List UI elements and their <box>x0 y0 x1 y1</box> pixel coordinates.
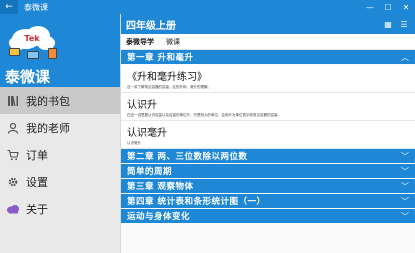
logo-badge: Tek <box>24 34 40 43</box>
cloud-devices-icon: Tek <box>9 26 57 59</box>
chapter-title: 第一章 升和毫升 <box>127 53 194 63</box>
sidebar-item-label: 订单 <box>26 148 48 162</box>
sidebar: Tek 泰微课 我的书包 我的老师 订单 设置 关于 <box>0 14 121 253</box>
sidebar-item-label: 关于 <box>26 202 48 216</box>
gear-icon <box>5 174 21 190</box>
chapter-title: 运动与身体变化 <box>127 212 191 222</box>
chevron-down-icon[interactable]: ﹀ <box>401 211 409 222</box>
lesson-item[interactable]: 认识毫升 认识毫升 <box>121 121 415 149</box>
list-view-icon[interactable]: ☰ <box>399 20 409 29</box>
lesson-description: 在这一讲里要认识容量以及容量的单位升，升是较大的单位，会用升为单位表示较常见容器… <box>127 113 281 117</box>
lesson-item[interactable]: 《升和毫升练习》 这一讲了解常见容器的容量，区别升和、毫升的理解。 <box>121 65 415 93</box>
lesson-title: 《升和毫升练习》 <box>127 72 207 83</box>
lesson-item[interactable]: 认识升 在这一讲里要认识容量以及容量的单位升，升是较大的单位，会用升为单位表示较… <box>121 93 415 121</box>
sidebar-item-about[interactable]: 关于 <box>0 195 120 222</box>
chapter-header[interactable]: 简单的周期 ﹀ <box>121 164 415 179</box>
chapter-header[interactable]: 第四章 统计表和条形统计图（一） ﹀ <box>121 194 415 209</box>
chapter-header[interactable]: 第一章 升和毫升 ︿ <box>121 50 415 65</box>
chapter-title: 第二章 两、三位数除以两位数 <box>127 152 248 162</box>
lesson-description: 这一讲了解常见容器的容量，区别升和、毫升的理解。 <box>127 85 211 89</box>
sidebar-item-label: 我的书包 <box>26 94 70 108</box>
page-title: 四年级上册 <box>126 20 176 32</box>
close-button[interactable]: ✕ <box>397 0 415 14</box>
window-controls: — ☐ ✕ <box>361 0 415 14</box>
brand-name: 泰微课 <box>5 68 51 86</box>
sidebar-item-my-bag[interactable]: 我的书包 <box>0 87 120 114</box>
maximize-button[interactable]: ☐ <box>379 0 397 14</box>
tab-micro-lesson[interactable]: 微课 <box>166 37 180 47</box>
chapter-title: 第四章 统计表和条形统计图（一） <box>127 197 266 207</box>
minimize-button[interactable]: — <box>361 0 379 14</box>
tab-bar: 泰微导学 微课 <box>121 34 415 50</box>
back-arrow-icon: ← <box>5 2 13 12</box>
user-icon <box>5 120 21 136</box>
cart-icon <box>5 147 21 163</box>
sidebar-item-orders[interactable]: 订单 <box>0 141 120 168</box>
sidebar-item-settings[interactable]: 设置 <box>0 168 120 195</box>
main-panel: 四年级上册 ▦ ☰ 泰微导学 微课 第一章 升和毫升 ︿ 《升和毫升练习》 这一… <box>121 14 415 253</box>
chevron-up-icon[interactable]: ︿ <box>401 52 409 63</box>
chevron-down-icon[interactable]: ﹀ <box>401 181 409 192</box>
lesson-description: 认识毫升 <box>127 141 141 145</box>
window-title-bar: ← 泰微课 — ☐ ✕ <box>0 0 415 14</box>
brand-logo: Tek <box>6 21 62 64</box>
sidebar-item-my-teacher[interactable]: 我的老师 <box>0 114 120 141</box>
book-icon <box>5 93 21 109</box>
chapter-header[interactable]: 第三章 观察物体 ﹀ <box>121 179 415 194</box>
chevron-down-icon[interactable]: ﹀ <box>401 151 409 162</box>
chevron-down-icon[interactable]: ﹀ <box>401 196 409 207</box>
lesson-title: 认识毫升 <box>127 128 167 139</box>
cloud-icon <box>5 201 21 217</box>
header-actions: ▦ ☰ <box>383 20 409 29</box>
chevron-down-icon[interactable]: ﹀ <box>401 166 409 177</box>
back-button[interactable]: ← <box>0 0 18 14</box>
window-title: 泰微课 <box>24 2 48 12</box>
tab-guide[interactable]: 泰微导学 <box>126 37 154 47</box>
lesson-title: 认识升 <box>127 100 157 111</box>
chapter-title: 第三章 观察物体 <box>127 182 194 192</box>
brand-header: Tek 泰微课 <box>0 14 120 87</box>
chapter-header[interactable]: 运动与身体变化 ﹀ <box>121 209 415 224</box>
sidebar-item-label: 我的老师 <box>26 121 70 135</box>
sidebar-item-label: 设置 <box>26 175 48 189</box>
main-header: 四年级上册 ▦ ☰ <box>121 14 415 34</box>
chapter-title: 简单的周期 <box>127 167 173 177</box>
chapter-header[interactable]: 第二章 两、三位数除以两位数 ﹀ <box>121 149 415 164</box>
grid-view-icon[interactable]: ▦ <box>383 20 393 29</box>
